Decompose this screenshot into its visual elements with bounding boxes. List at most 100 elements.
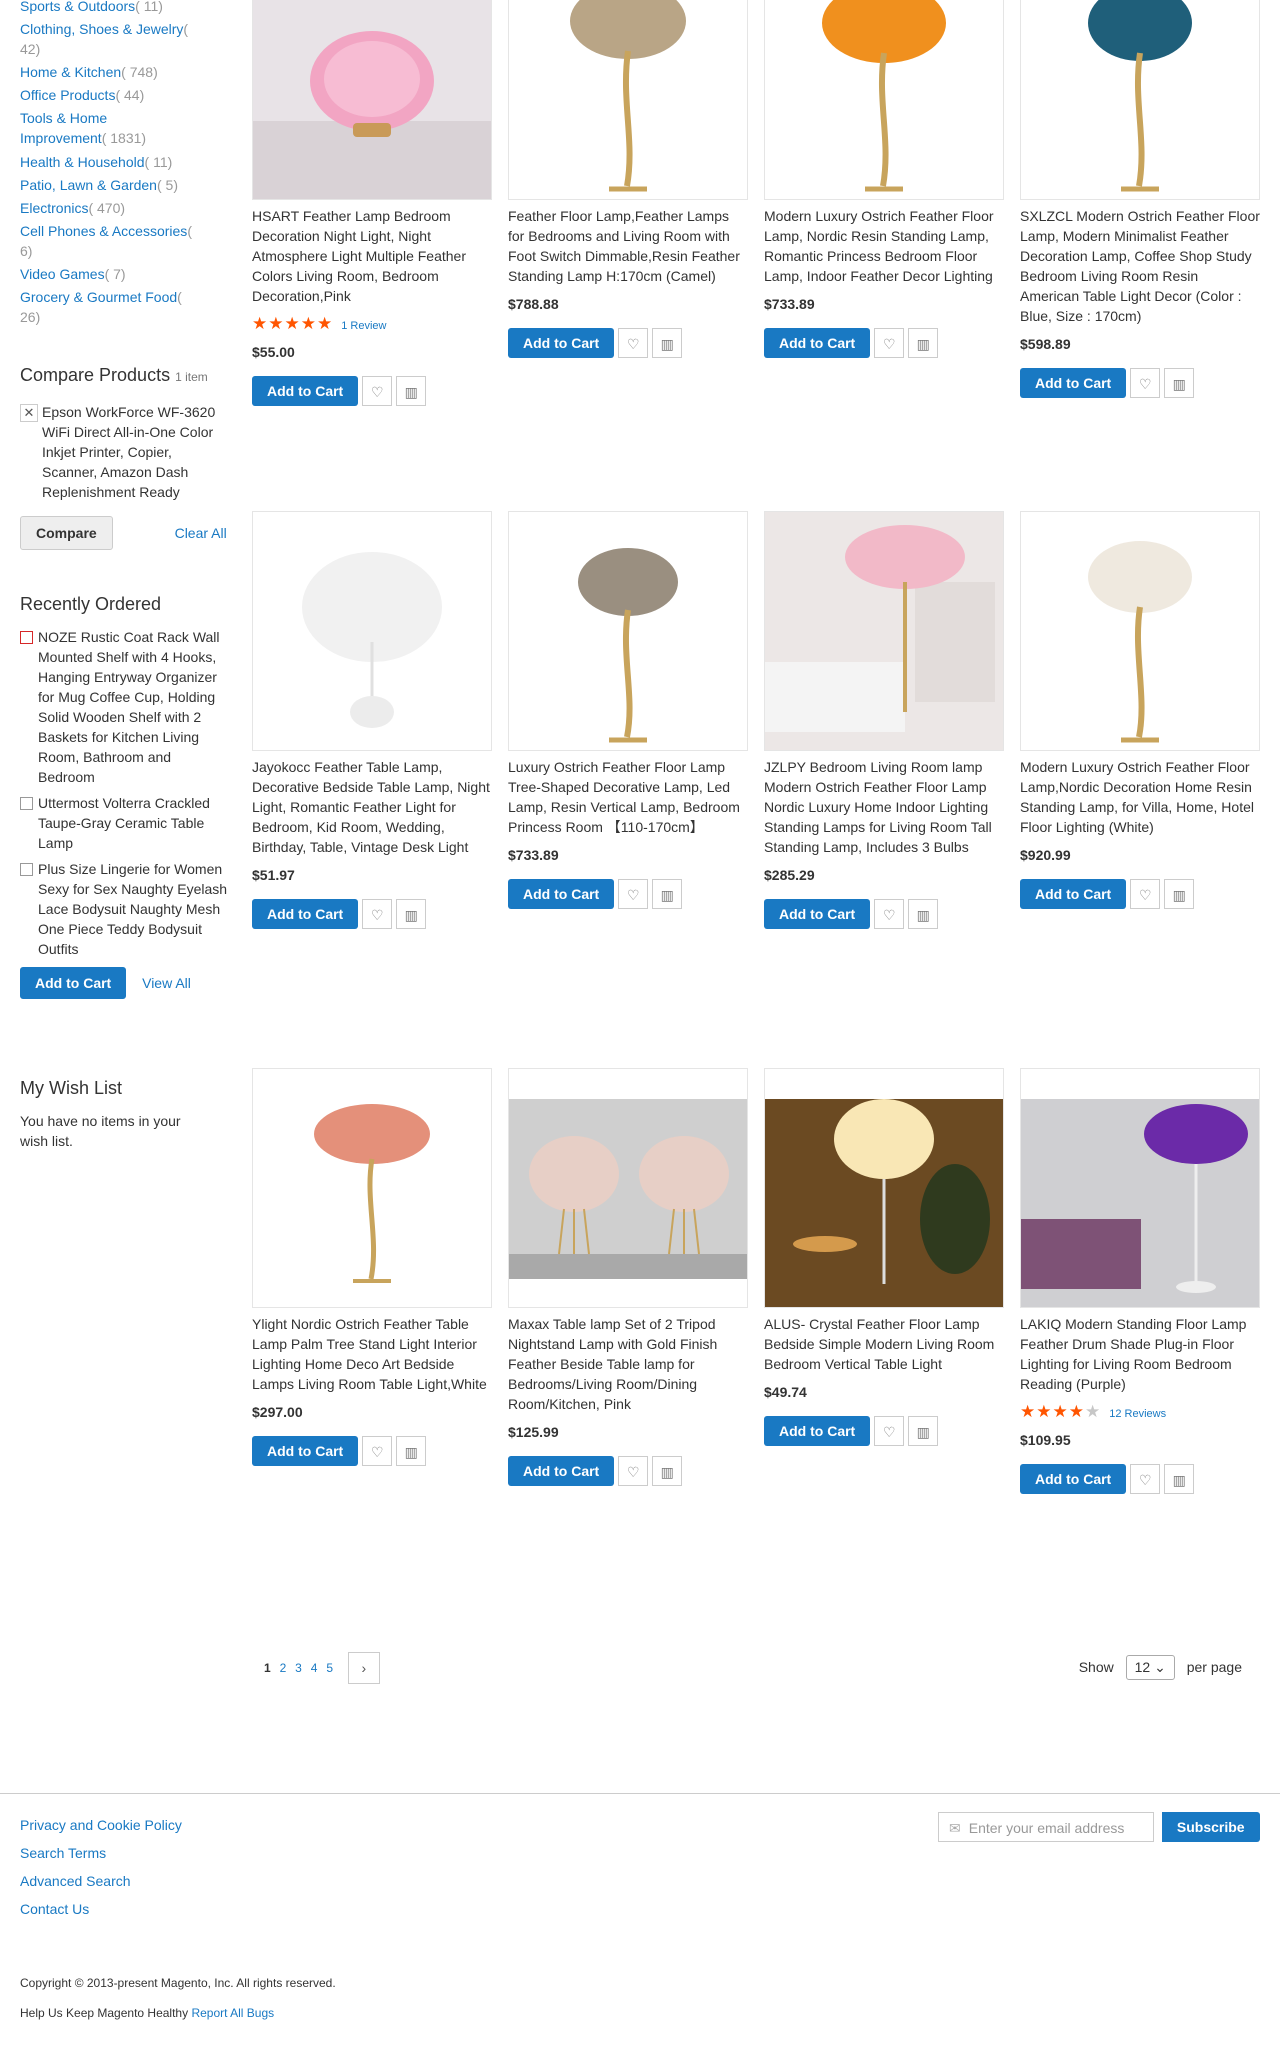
product-actions: Add to Cart ♡ ▥ — [252, 899, 492, 933]
add-to-cart-button[interactable]: Add to Cart — [1020, 1464, 1127, 1494]
category-clothing[interactable]: Clothing, Shoes & Jewelry( 42) — [20, 19, 200, 59]
reviews-link[interactable]: 12 Reviews — [1109, 1408, 1166, 1420]
category-health[interactable]: Health & Household( 11) — [20, 152, 220, 172]
product-name[interactable]: Maxax Table lamp Set of 2 Tripod Nightst… — [508, 1314, 748, 1414]
product-image[interactable] — [764, 511, 1004, 751]
compare-chart-icon[interactable]: ▥ — [652, 879, 683, 909]
product-name[interactable]: ALUS- Crystal Feather Floor Lamp Bedside… — [764, 1314, 1004, 1374]
compare-chart-icon[interactable]: ▥ — [908, 899, 939, 929]
heart-icon[interactable]: ♡ — [362, 376, 393, 406]
heart-icon[interactable]: ♡ — [874, 328, 905, 358]
view-all-link[interactable]: View All — [142, 975, 191, 991]
product-actions: Add to Cart ♡ ▥ — [764, 328, 1004, 362]
heart-icon[interactable]: ♡ — [362, 1436, 393, 1466]
add-to-cart-button[interactable]: Add to Cart — [252, 376, 359, 406]
compare-chart-icon[interactable]: ▥ — [1164, 879, 1195, 909]
product-name[interactable]: Feather Floor Lamp,Feather Lamps for Bed… — [508, 206, 748, 286]
heart-icon[interactable]: ♡ — [1130, 879, 1161, 909]
category-patio[interactable]: Patio, Lawn & Garden( 5) — [20, 175, 220, 195]
chevron-right-icon[interactable]: › — [347, 1652, 380, 1684]
product-image[interactable] — [252, 0, 492, 200]
limiter-select[interactable]: 12 ⌄ — [1125, 1655, 1175, 1680]
reviews-link[interactable]: 1 Review — [341, 320, 386, 332]
compare-chart-icon[interactable]: ▥ — [908, 328, 939, 358]
product-image[interactable] — [252, 1068, 492, 1308]
product-image[interactable] — [764, 1068, 1004, 1308]
footer-link-privacy[interactable]: Privacy and Cookie Policy — [20, 1816, 182, 1834]
product-image[interactable] — [508, 511, 748, 751]
product-image[interactable] — [508, 1068, 748, 1308]
footer-link-search-terms[interactable]: Search Terms — [20, 1844, 182, 1862]
add-to-cart-button[interactable]: Add to Cart — [1020, 879, 1127, 909]
close-icon[interactable]: ✕ — [20, 404, 38, 422]
product-image[interactable] — [508, 0, 748, 200]
compare-chart-icon[interactable]: ▥ — [396, 1436, 427, 1466]
category-electronics[interactable]: Electronics( 470) — [20, 198, 220, 218]
product-image[interactable] — [1020, 511, 1260, 751]
add-to-cart-button[interactable]: Add to Cart — [252, 1436, 359, 1466]
product-name[interactable]: Jayokocc Feather Table Lamp, Decorative … — [252, 757, 492, 857]
page-link-3[interactable]: 3 — [295, 1661, 302, 1675]
product-name[interactable]: Luxury Ostrich Feather Floor Lamp Tree-S… — [508, 757, 748, 837]
product-image[interactable] — [252, 511, 492, 751]
category-video-games[interactable]: Video Games( 7) — [20, 264, 220, 284]
add-to-cart-button[interactable]: Add to Cart — [764, 1416, 871, 1446]
add-to-cart-button[interactable]: Add to Cart — [508, 328, 615, 358]
product-name[interactable]: Ylight Nordic Ostrich Feather Table Lamp… — [252, 1314, 492, 1394]
add-to-cart-button[interactable]: Add to Cart — [508, 879, 615, 909]
compare-chart-icon[interactable]: ▥ — [1164, 368, 1195, 398]
add-to-cart-button[interactable]: Add to Cart — [764, 899, 871, 929]
heart-icon[interactable]: ♡ — [618, 328, 649, 358]
heart-icon[interactable]: ♡ — [618, 1456, 649, 1486]
category-office[interactable]: Office Products( 44) — [20, 85, 220, 105]
heart-icon[interactable]: ♡ — [1130, 368, 1161, 398]
product-image[interactable] — [1020, 1068, 1260, 1308]
report-bugs-link[interactable]: Report All Bugs — [191, 2006, 274, 2020]
clear-all-link[interactable]: Clear All — [175, 525, 227, 541]
newsletter-email-input[interactable]: ✉ Enter your email address — [938, 1812, 1154, 1842]
product-name[interactable]: Modern Luxury Ostrich Feather Floor Lamp… — [1020, 757, 1260, 837]
recently-ordered-link[interactable]: Plus Size Lingerie for Women Sexy for Se… — [38, 861, 227, 957]
compare-chart-icon[interactable]: ▥ — [396, 376, 427, 406]
heart-icon[interactable]: ♡ — [1130, 1464, 1161, 1494]
category-grocery[interactable]: Grocery & Gourmet Food( 26) — [20, 287, 200, 327]
add-to-cart-button[interactable]: Add to Cart — [508, 1456, 615, 1486]
add-to-cart-button[interactable]: Add to Cart — [764, 328, 871, 358]
compare-chart-icon[interactable]: ▥ — [908, 1416, 939, 1446]
add-to-cart-button[interactable]: Add to Cart — [252, 899, 359, 929]
footer-link-advanced-search[interactable]: Advanced Search — [20, 1872, 182, 1890]
product-name[interactable]: SXLZCL Modern Ostrich Feather Floor Lamp… — [1020, 206, 1260, 326]
compare-chart-icon[interactable]: ▥ — [652, 328, 683, 358]
add-to-cart-button[interactable]: Add to Cart — [20, 967, 127, 999]
product-image[interactable] — [1020, 0, 1260, 200]
heart-icon[interactable]: ♡ — [874, 899, 905, 929]
checkbox[interactable] — [20, 797, 33, 810]
category-tools[interactable]: Tools & Home Improvement( 1831) — [20, 108, 160, 148]
recently-ordered-link[interactable]: Uttermost Volterra Crackled Taupe-Gray C… — [38, 795, 210, 851]
compare-chart-icon[interactable]: ▥ — [396, 899, 427, 929]
product-name[interactable]: Modern Luxury Ostrich Feather Floor Lamp… — [764, 206, 1004, 286]
compare-item-link[interactable]: Epson WorkForce WF-3620 WiFi Direct All-… — [42, 404, 215, 500]
product-name[interactable]: LAKIQ Modern Standing Floor Lamp Feather… — [1020, 1314, 1260, 1394]
add-to-cart-button[interactable]: Add to Cart — [1020, 368, 1127, 398]
product-name[interactable]: HSART Feather Lamp Bedroom Decoration Ni… — [252, 206, 492, 306]
heart-icon[interactable]: ♡ — [618, 879, 649, 909]
category-cell-phones[interactable]: Cell Phones & Accessories( 6) — [20, 221, 200, 261]
subscribe-button[interactable]: Subscribe — [1161, 1812, 1260, 1842]
checkbox[interactable] — [20, 863, 33, 876]
product-name[interactable]: JZLPY Bedroom Living Room lamp Modern Os… — [764, 757, 1004, 857]
heart-icon[interactable]: ♡ — [362, 899, 393, 929]
page-link-5[interactable]: 5 — [326, 1661, 333, 1675]
heart-icon[interactable]: ♡ — [874, 1416, 905, 1446]
product-image[interactable] — [764, 0, 1004, 200]
compare-chart-icon[interactable]: ▥ — [1164, 1464, 1195, 1494]
compare-chart-icon[interactable]: ▥ — [652, 1456, 683, 1486]
category-sports[interactable]: Sports & Outdoors( 11) — [20, 0, 220, 16]
recently-ordered-link[interactable]: NOZE Rustic Coat Rack Wall Mounted Shelf… — [38, 629, 220, 785]
category-home-kitchen[interactable]: Home & Kitchen( 748) — [20, 62, 220, 82]
checkbox[interactable] — [20, 631, 33, 644]
page-link-2[interactable]: 2 — [280, 1661, 287, 1675]
compare-button[interactable]: Compare — [20, 516, 113, 550]
page-link-4[interactable]: 4 — [311, 1661, 318, 1675]
footer-link-contact[interactable]: Contact Us — [20, 1900, 182, 1918]
